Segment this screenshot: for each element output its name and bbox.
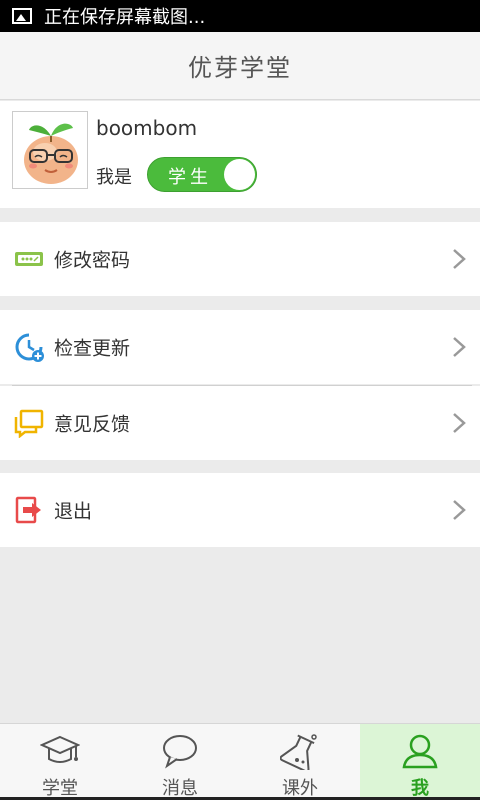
- feedback-icon: [14, 409, 44, 438]
- update-icon: [15, 333, 44, 362]
- tab-extracurricular[interactable]: 课外: [240, 724, 360, 800]
- graduation-cap-icon: [40, 735, 80, 763]
- header: 优芽学堂: [0, 32, 480, 100]
- menu-item-change-password[interactable]: 修改密码: [0, 222, 480, 296]
- flask-icon: [280, 734, 317, 770]
- page-title: 优芽学堂: [188, 54, 292, 82]
- toggle-knob: [224, 159, 255, 190]
- role-label: 我是: [96, 167, 132, 188]
- bottom-tab-bar: 学堂 消息 课外 我: [0, 723, 480, 800]
- role-toggle-label: 学生: [168, 167, 212, 188]
- menu-item-logout[interactable]: 退出: [0, 473, 480, 547]
- menu-item-feedback[interactable]: 意见反馈: [0, 386, 480, 460]
- tab-messages[interactable]: 消息: [120, 724, 240, 800]
- tab-me[interactable]: 我: [360, 724, 480, 800]
- logout-icon: [15, 496, 41, 524]
- peach-mascot-icon: [24, 123, 78, 184]
- avatar[interactable]: [12, 111, 88, 189]
- password-icon: [15, 252, 43, 266]
- chevron-right-icon: [453, 337, 466, 357]
- chevron-right-icon: [453, 500, 466, 520]
- person-icon: [402, 734, 438, 769]
- menu-label-change-password: 修改密码: [54, 249, 131, 272]
- menu-item-check-update[interactable]: 检查更新: [0, 310, 480, 384]
- screenshot-icon: [12, 8, 32, 24]
- chat-bubble-icon: [163, 735, 197, 769]
- menu-label-logout: 退出: [54, 500, 93, 523]
- tab-school[interactable]: 学堂: [0, 724, 120, 800]
- menu-label-check-update: 检查更新: [54, 337, 131, 360]
- username: boombom: [96, 116, 198, 140]
- menu-label-feedback: 意见反馈: [54, 413, 131, 436]
- status-bar: 正在保存屏幕截图...: [0, 0, 480, 32]
- chevron-right-icon: [453, 413, 466, 433]
- role-toggle[interactable]: 学生: [147, 157, 257, 192]
- status-text: 正在保存屏幕截图...: [44, 7, 206, 28]
- chevron-right-icon: [453, 249, 466, 269]
